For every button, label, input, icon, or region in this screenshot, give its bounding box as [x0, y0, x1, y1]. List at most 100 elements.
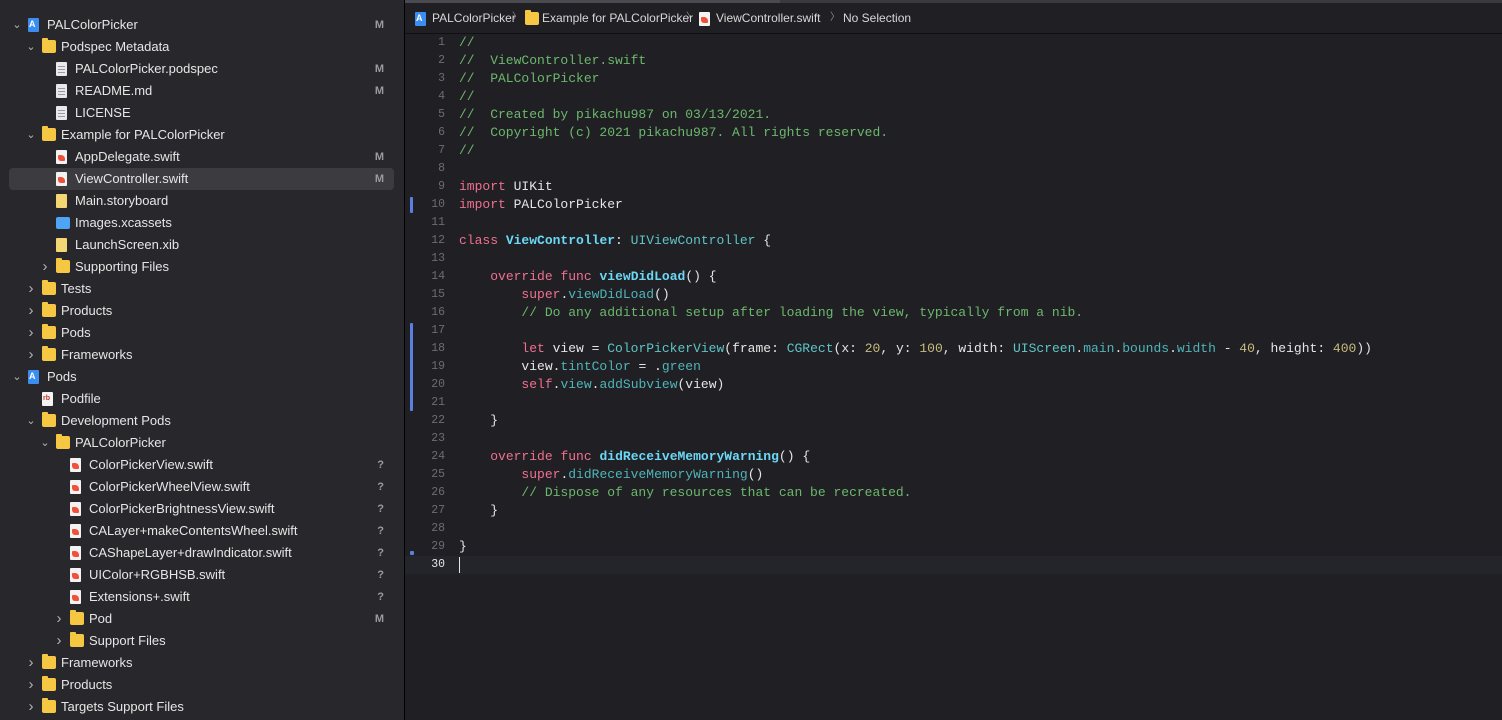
- code-line[interactable]: 10 import PALColorPicker: [405, 196, 1502, 214]
- disclosure-chevron-right-icon[interactable]: ›: [52, 608, 66, 630]
- breadcrumb-item[interactable]: No Selection: [843, 3, 911, 33]
- code-line[interactable]: 12 class ViewController: UIViewController…: [405, 232, 1502, 250]
- navigator-item[interactable]: PALColorPicker.podspec M: [0, 58, 404, 80]
- breadcrumb-item[interactable]: ViewController.swift: [716, 3, 820, 33]
- navigator-item[interactable]: › Pod M: [0, 608, 404, 630]
- code-line[interactable]: 3 // PALColorPicker: [405, 70, 1502, 88]
- navigator-item[interactable]: › Pods: [0, 322, 404, 344]
- navigator-item[interactable]: › Frameworks: [0, 652, 404, 674]
- code-line[interactable]: 22 }: [405, 412, 1502, 430]
- change-indicator-bar[interactable]: [410, 323, 413, 411]
- code-token: UIScreen: [1012, 341, 1076, 356]
- navigator-item[interactable]: › Products: [0, 300, 404, 322]
- code-line[interactable]: 21: [405, 394, 1502, 412]
- code-line[interactable]: 26 // Dispose of any resources that can …: [405, 484, 1502, 502]
- navigator-item[interactable]: ColorPickerView.swift?: [0, 454, 404, 476]
- code-line[interactable]: 27 }: [405, 502, 1502, 520]
- code-line[interactable]: 13: [405, 250, 1502, 268]
- code-line[interactable]: 18 let view = ColorPickerView(frame: CGR…: [405, 340, 1502, 358]
- disclosure-chevron-right-icon[interactable]: ›: [24, 344, 38, 366]
- code-line[interactable]: 14 override func viewDidLoad() {: [405, 268, 1502, 286]
- navigator-item[interactable]: Main.storyboard: [0, 190, 404, 212]
- navigator-item[interactable]: › Support Files: [0, 630, 404, 652]
- code-line[interactable]: 23: [405, 430, 1502, 448]
- navigator-item[interactable]: › Tests: [0, 278, 404, 300]
- code-token: :: [615, 233, 631, 248]
- navigator-item[interactable]: README.md M: [0, 80, 404, 102]
- navigator-item[interactable]: CALayer+makeContentsWheel.swift?: [0, 520, 404, 542]
- disclosure-chevron-down-icon[interactable]: ⌄: [24, 124, 38, 146]
- disclosure-chevron-right-icon[interactable]: ›: [24, 674, 38, 696]
- code-text: let view = ColorPickerView(frame: CGRect…: [459, 340, 1372, 358]
- code-token: (x:: [833, 341, 865, 356]
- code-line[interactable]: 11: [405, 214, 1502, 232]
- navigator-item[interactable]: ViewController.swift M: [0, 168, 404, 190]
- navigator-item[interactable]: UIColor+RGBHSB.swift?: [0, 564, 404, 586]
- disclosure-chevron-right-icon[interactable]: ›: [24, 322, 38, 344]
- code-line[interactable]: 6 // Copyright (c) 2021 pikachu987. All r…: [405, 124, 1502, 142]
- navigator-item[interactable]: Podfile: [0, 388, 404, 410]
- code-line[interactable]: 17: [405, 322, 1502, 340]
- code-line[interactable]: 1 //: [405, 34, 1502, 52]
- navigator-item[interactable]: › Frameworks: [0, 344, 404, 366]
- navigator-item[interactable]: ColorPickerBrightnessView.swift?: [0, 498, 404, 520]
- source-editor: PALColorPicker〉Example for PALColorPicke…: [405, 0, 1502, 720]
- code-token: addSubview: [599, 377, 678, 392]
- disclosure-chevron-down-icon[interactable]: ⌄: [10, 366, 24, 388]
- disclosure-chevron-down-icon[interactable]: ⌄: [38, 432, 52, 454]
- code-line[interactable]: 16 // Do any additional setup after load…: [405, 304, 1502, 322]
- code-line[interactable]: 5 // Created by pikachu987 on 03/13/2021.: [405, 106, 1502, 124]
- code-line[interactable]: 4 //: [405, 88, 1502, 106]
- code-line[interactable]: 8: [405, 160, 1502, 178]
- navigator-item[interactable]: ⌄ PALColorPicker: [0, 432, 404, 454]
- navigator-item[interactable]: ⌄ Example for PALColorPicker: [0, 124, 404, 146]
- navigator-item[interactable]: LICENSE: [0, 102, 404, 124]
- navigator-item[interactable]: ⌄ Pods: [0, 366, 404, 388]
- disclosure-chevron-down-icon[interactable]: ⌄: [24, 410, 38, 432]
- disclosure-chevron-right-icon[interactable]: ›: [24, 278, 38, 300]
- code-line[interactable]: 15 super.viewDidLoad(): [405, 286, 1502, 304]
- disclosure-chevron-right-icon[interactable]: ›: [24, 696, 38, 718]
- change-indicator-mark[interactable]: [410, 551, 414, 555]
- navigator-item[interactable]: AppDelegate.swift M: [0, 146, 404, 168]
- code-area[interactable]: 1 // 2 // ViewController.swift 3 // PALColorP…: [405, 34, 1502, 720]
- code-line[interactable]: 25 super.didReceiveMemoryWarning(): [405, 466, 1502, 484]
- disclosure-chevron-right-icon[interactable]: ›: [24, 652, 38, 674]
- navigator-item[interactable]: › Targets Support Files: [0, 696, 404, 718]
- breadcrumb-item[interactable]: Example for PALColorPicker: [542, 3, 693, 33]
- navigator-item[interactable]: ⌄ PALColorPicker M: [0, 14, 404, 36]
- disclosure-chevron-down-icon[interactable]: ⌄: [10, 14, 24, 36]
- code-line[interactable]: 7 //: [405, 142, 1502, 160]
- navigator-item[interactable]: CAShapeLayer+drawIndicator.swift?: [0, 542, 404, 564]
- change-indicator-bar[interactable]: [410, 197, 413, 213]
- code-line[interactable]: 2 // ViewController.swift: [405, 52, 1502, 70]
- disclosure-chevron-right-icon[interactable]: ›: [52, 630, 66, 652]
- navigator-item[interactable]: ColorPickerWheelView.swift?: [0, 476, 404, 498]
- navigator-item[interactable]: › Supporting Files: [0, 256, 404, 278]
- navigator-item[interactable]: › Products: [0, 674, 404, 696]
- navigator-item[interactable]: LaunchScreen.xib: [0, 234, 404, 256]
- code-line[interactable]: 24 override func didReceiveMemoryWarning…: [405, 448, 1502, 466]
- code-token: import: [459, 197, 506, 212]
- disclosure-chevron-right-icon[interactable]: ›: [38, 256, 52, 278]
- navigator-item[interactable]: ⌄ Podspec Metadata: [0, 36, 404, 58]
- source-control-status-badge: ?: [377, 459, 384, 471]
- code-line[interactable]: 9 import UIKit: [405, 178, 1502, 196]
- code-line[interactable]: 19 view.tintColor = .green: [405, 358, 1502, 376]
- disclosure-chevron-right-icon[interactable]: ›: [24, 300, 38, 322]
- code-line[interactable]: 28: [405, 520, 1502, 538]
- code-line[interactable]: 29}: [405, 538, 1502, 556]
- navigator-item[interactable]: ⌄ Development Pods: [0, 410, 404, 432]
- code-line[interactable]: 20 self.view.addSubview(view): [405, 376, 1502, 394]
- navigator-item[interactable]: Images.xcassets: [0, 212, 404, 234]
- code-line[interactable]: 30: [405, 556, 1502, 574]
- breadcrumb-item[interactable]: PALColorPicker: [432, 3, 516, 33]
- navigator-item[interactable]: Extensions+.swift?: [0, 586, 404, 608]
- code-text: override func didReceiveMemoryWarning() …: [459, 448, 810, 466]
- disclosure-chevron-down-icon[interactable]: ⌄: [24, 36, 38, 58]
- code-token: (): [747, 467, 764, 482]
- navigator-item-label: ViewController.swift: [75, 171, 189, 186]
- source-control-status-badge: ?: [377, 481, 384, 493]
